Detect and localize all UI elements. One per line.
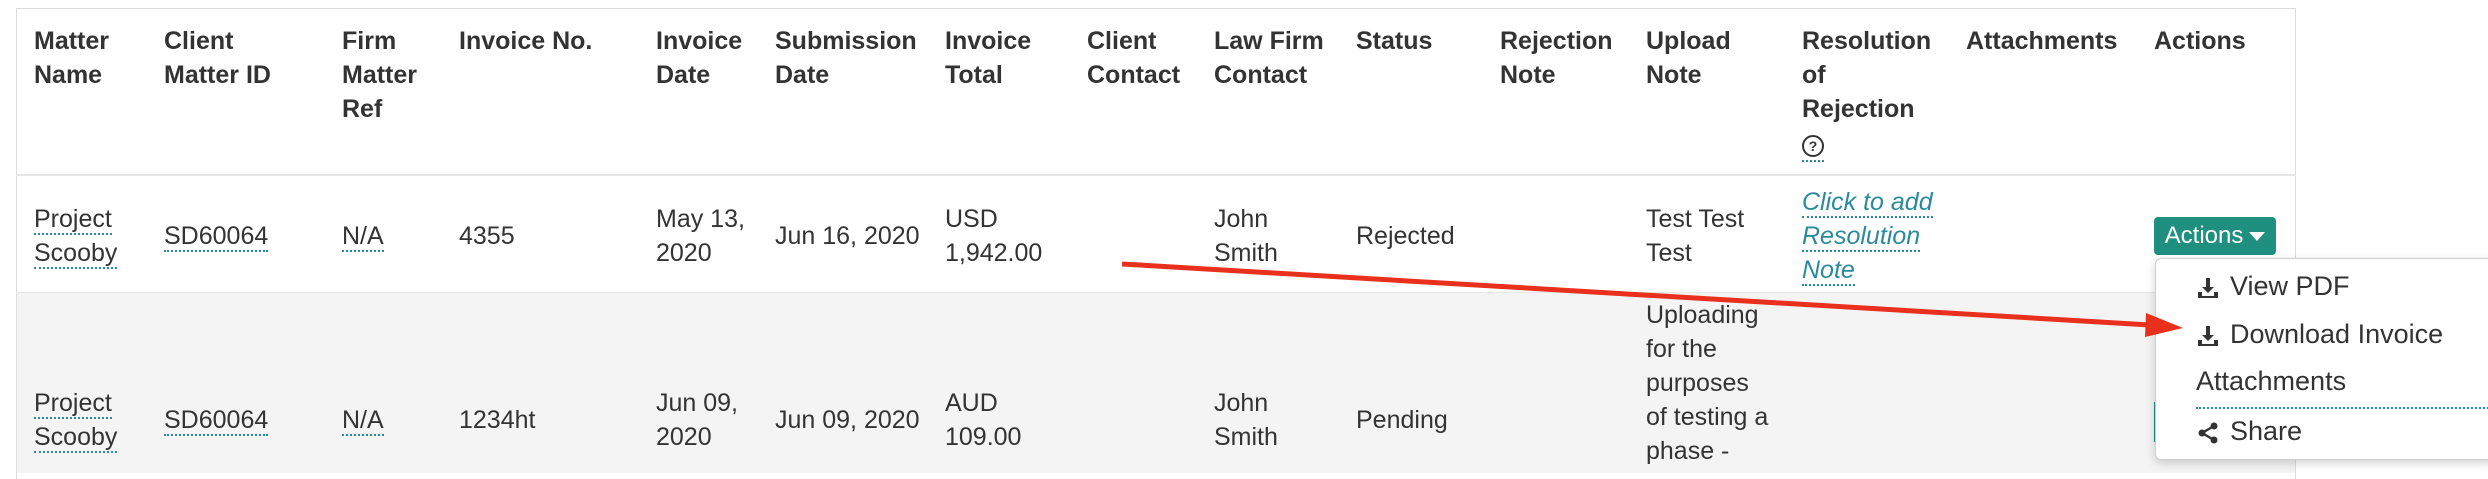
- invoice-table-view: Matter Name Client Matter ID Firm Matter…: [0, 0, 2488, 479]
- arrow-head: [2145, 313, 2183, 337]
- annotation-arrow: [1121, 261, 2183, 337]
- arrow-shaft: [1121, 261, 2151, 328]
